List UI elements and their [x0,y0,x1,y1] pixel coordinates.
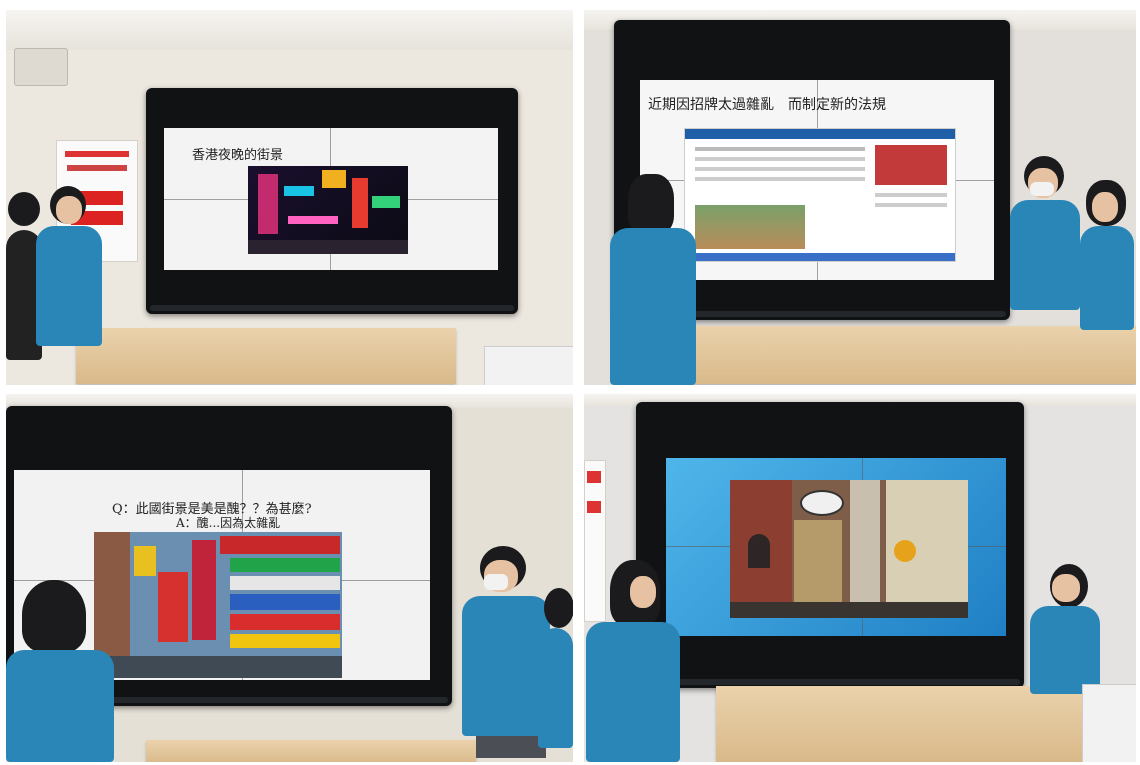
side-table [1082,684,1136,762]
slide: 香港夜晚的街景 [164,128,498,270]
street-signs-image [94,532,342,678]
wall-speaker [14,48,68,86]
slide [666,458,1006,636]
side-table [484,346,573,385]
photo-panel-hong-kong-night: 香港夜晚的街景 [6,10,573,385]
ceiling [6,10,573,50]
desk [146,740,476,762]
photo-panel-question-slide: Q：此國街景是美是醜？？為甚麼? A：醜...因為太雜亂 [6,394,573,762]
photo-panel-european-street [584,394,1136,762]
student-presenter [32,186,106,366]
slide-answer: A：醜...因為太雜亂 [176,516,281,530]
student [6,580,116,762]
student [1024,564,1104,694]
neon-street-image [248,166,408,254]
student [598,174,698,385]
european-street-image [730,480,968,618]
desk [716,686,1136,762]
display-screen: 香港夜晚的街景 [146,88,518,314]
desk [76,328,456,384]
news-article-screenshot [684,128,956,262]
display-screen [636,402,1024,688]
student-presenter [1004,156,1084,346]
photo-panel-signage-regulation: 近期因招牌太過雜亂 而制定新的法規 [584,10,1136,385]
student-presenter [584,560,694,762]
slide-title: 香港夜晚的街景 [192,148,284,163]
slide-title: 近期因招牌太過雜亂 而制定新的法規 [648,97,886,113]
student [538,588,573,748]
student [1078,180,1136,330]
